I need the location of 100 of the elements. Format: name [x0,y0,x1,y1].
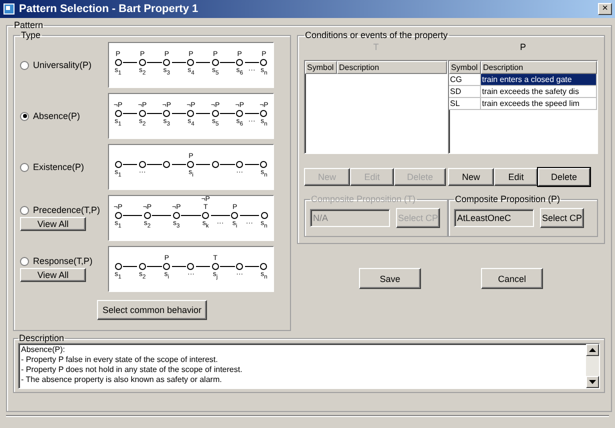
input-field[interactable]: AtLeastOneC [454,209,534,227]
connector-line [123,266,138,267]
connector-line [123,164,138,165]
connector-line [244,266,259,267]
connector-line [123,113,138,114]
connector-line [244,62,259,63]
radio-dot[interactable] [20,256,29,266]
group-label: Composite Proposition (T) [310,194,417,204]
description-text: Absence(P): [21,345,66,355]
column-header[interactable]: Symbol [449,61,481,74]
state-circle [212,110,219,117]
connector-line [196,164,210,165]
connector-line [196,62,210,63]
group-label: Type [20,30,42,40]
radio-dot[interactable] [20,60,29,70]
connector-line [123,62,138,63]
connector-line [172,62,186,63]
connector-line [220,266,235,267]
group-label: Description [18,333,66,343]
scrollbar[interactable] [586,344,599,388]
state-circle [114,161,122,168]
scroll-down-icon[interactable] [589,380,596,384]
state-circle [163,263,170,270]
select-common-behavior-button[interactable]: Select common behavior [97,300,207,320]
description-textarea[interactable]: Absence(P): - Property P false in every state of the scope of interest. - Property P does not hold in any state of the scope of interest. - The absence property is also known as safety or alarm. [18,343,600,389]
state-circle [138,263,146,270]
radio-button[interactable]: Precedence(T,P) [20,205,100,215]
state-circle [212,161,219,168]
connector-line [196,266,210,267]
connector-line [152,215,172,216]
description-text: - The absence property is also known as safety or alarm. [21,375,223,385]
state-circle [260,161,268,168]
connector-line [147,113,162,114]
table-cell[interactable]: train enters a closed gate [481,74,597,86]
state-circle [187,110,194,117]
state-circle [114,110,122,117]
connector-line [220,164,235,165]
state-circle [114,59,122,66]
state-circle [114,212,122,219]
group-label: Composite Proposition (P) [454,194,562,204]
state-circle [163,110,170,117]
state-circle [187,263,194,270]
table-cell[interactable]: SD [449,86,481,98]
radio-button[interactable]: Universality(P) [20,60,92,70]
state-circle [236,263,244,270]
scroll-up-icon[interactable] [589,348,596,352]
connector-line [196,113,210,114]
select-cp-button[interactable]: Select CP [540,208,584,228]
state-circle [212,263,219,270]
connector-line [172,113,186,114]
state-circle [260,59,268,66]
state-circle [138,161,146,168]
state-circle [212,59,219,66]
radio-dot[interactable] [20,162,29,172]
view-all-button[interactable]: View All [20,217,86,231]
action-button[interactable]: Edit [494,168,538,186]
dialog-button[interactable]: Cancel [481,268,543,289]
dialog-button[interactable]: Save [359,268,421,289]
connector-line [244,164,259,165]
view-all-button[interactable]: View All [20,268,86,282]
close-button[interactable]: × [598,3,612,15]
radio-dot[interactable] [20,206,29,214]
state-circle [172,212,180,219]
radio-dot[interactable] [20,112,29,120]
connector-line [172,266,186,267]
table-cell[interactable]: CG [449,74,481,86]
connector-line [172,164,186,165]
state-circle [163,161,170,168]
window-title: Pattern Selection - Bart Property 1 [19,3,200,15]
radio-button[interactable]: Response(T,P) [20,256,93,266]
group-label: Pattern [13,20,44,30]
connector-line [240,215,260,216]
state-circle [202,212,210,219]
table-cell[interactable]: train exceeds the speed lim [481,98,597,110]
connector-line [210,215,230,216]
panel-heading: P [518,42,527,52]
state-circle [236,59,244,66]
state-circle [138,59,146,66]
connector-line [147,164,162,165]
radio-button[interactable]: Absence(P) [20,111,80,121]
group-label: Conditions or events of the property [304,30,449,40]
app-icon [3,3,15,15]
state-circle [138,110,146,117]
state-circle [260,212,268,219]
state-circle [236,110,244,117]
description-text: - Property P false in every state of the scope of interest. [21,355,219,365]
column-header[interactable]: Description [481,61,597,74]
action-button[interactable]: New [448,168,494,186]
connector-line [220,62,235,63]
state-circle [260,263,268,270]
state-circle [163,59,170,66]
state-circle [236,161,244,168]
description-text: - Property P does not hold in any state of the scope of interest. [21,365,244,375]
symbol-list[interactable]: Symbol Description CG train enters a closed gate SD train exceeds the safety dis SL train exceeds the speed lim [448,60,598,154]
table-cell[interactable]: train exceeds the safety dis [481,86,597,98]
radio-button[interactable]: Existence(P) [20,162,84,172]
state-circle [231,212,238,219]
table-cell[interactable]: SL [449,98,481,110]
action-button[interactable]: Delete [538,168,590,186]
state-circle [144,212,151,219]
